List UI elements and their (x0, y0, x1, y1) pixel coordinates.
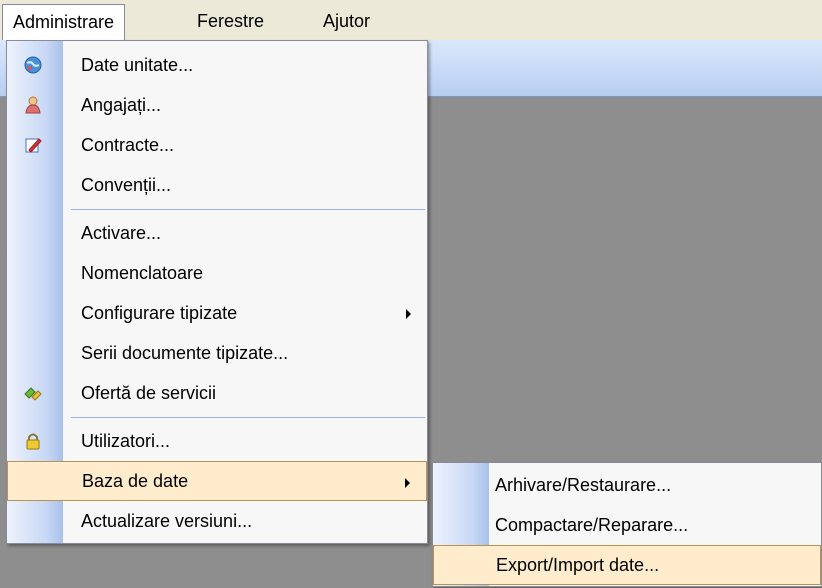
menu-item-label: Convenții... (81, 175, 172, 195)
menu-item-conventii[interactable]: Convenții... (7, 165, 427, 205)
menu-item-compactare-reparare[interactable]: Compactare/Reparare... (433, 505, 821, 545)
menu-item-label: Date unitate... (81, 55, 194, 75)
menu-ajutor[interactable]: Ajutor (313, 5, 380, 37)
menu-administrare[interactable]: Administrare (2, 4, 126, 41)
menu-separator (71, 209, 425, 210)
menu-item-label: Nomenclatoare (81, 263, 204, 283)
menu-separator (71, 417, 425, 418)
menu-item-utilizatori[interactable]: Utilizatori... (7, 421, 427, 461)
menu-item-label: Actualizare versiuni... (81, 511, 253, 531)
menu-item-label: Baza de date (82, 471, 189, 491)
globe-icon (24, 56, 42, 74)
menu-item-serii-documente[interactable]: Serii documente tipizate... (7, 333, 427, 373)
menu-item-label: Serii documente tipizate... (81, 343, 289, 363)
submenu-arrow-icon (406, 309, 411, 319)
edit-document-icon (25, 138, 42, 153)
menu-item-label: Utilizatori... (81, 431, 171, 451)
menu-item-actualizare-versiuni[interactable]: Actualizare versiuni... (7, 501, 427, 541)
baza-de-date-submenu: Arhivare/Restaurare... Compactare/Repara… (432, 462, 822, 587)
menu-item-date-unitate[interactable]: Date unitate... (7, 45, 427, 85)
menu-item-label: Contracte... (81, 135, 175, 155)
menu-item-label: Arhivare/Restaurare... (495, 475, 672, 495)
submenu-arrow-icon (405, 478, 410, 488)
menu-item-label: Angajați... (81, 95, 162, 115)
app-window: Administrare Ferestre Ajutor Date unitat… (0, 0, 822, 588)
menu-item-configurare-tipizate[interactable]: Configurare tipizate (7, 293, 427, 333)
menu-item-label: Activare... (81, 223, 162, 243)
menu-item-arhivare-restaurare[interactable]: Arhivare/Restaurare... (433, 465, 821, 505)
lock-icon (26, 433, 40, 450)
menu-item-angajati[interactable]: Angajați... (7, 85, 427, 125)
menu-item-baza-de-date[interactable]: Baza de date (7, 461, 427, 501)
user-icon (25, 96, 41, 114)
menu-item-oferta-servicii[interactable]: Ofertă de servicii (7, 373, 427, 413)
menu-item-label: Ofertă de servicii (81, 383, 217, 403)
menu-bar: Administrare Ferestre Ajutor (0, 0, 822, 41)
administrare-dropdown: Date unitate... Angajați... Contracte...… (6, 40, 428, 544)
menu-item-label: Configurare tipizate (81, 303, 238, 323)
menu-item-nomenclatoare[interactable]: Nomenclatoare (7, 253, 427, 293)
menu-item-label: Compactare/Reparare... (495, 515, 689, 535)
menu-item-contracte[interactable]: Contracte... (7, 125, 427, 165)
menu-item-label: Export/Import date... (496, 555, 660, 575)
menu-item-export-import-date[interactable]: Export/Import date... (433, 545, 821, 585)
menu-ferestre[interactable]: Ferestre (187, 5, 274, 37)
services-icon (24, 387, 42, 401)
menu-item-activare[interactable]: Activare... (7, 213, 427, 253)
